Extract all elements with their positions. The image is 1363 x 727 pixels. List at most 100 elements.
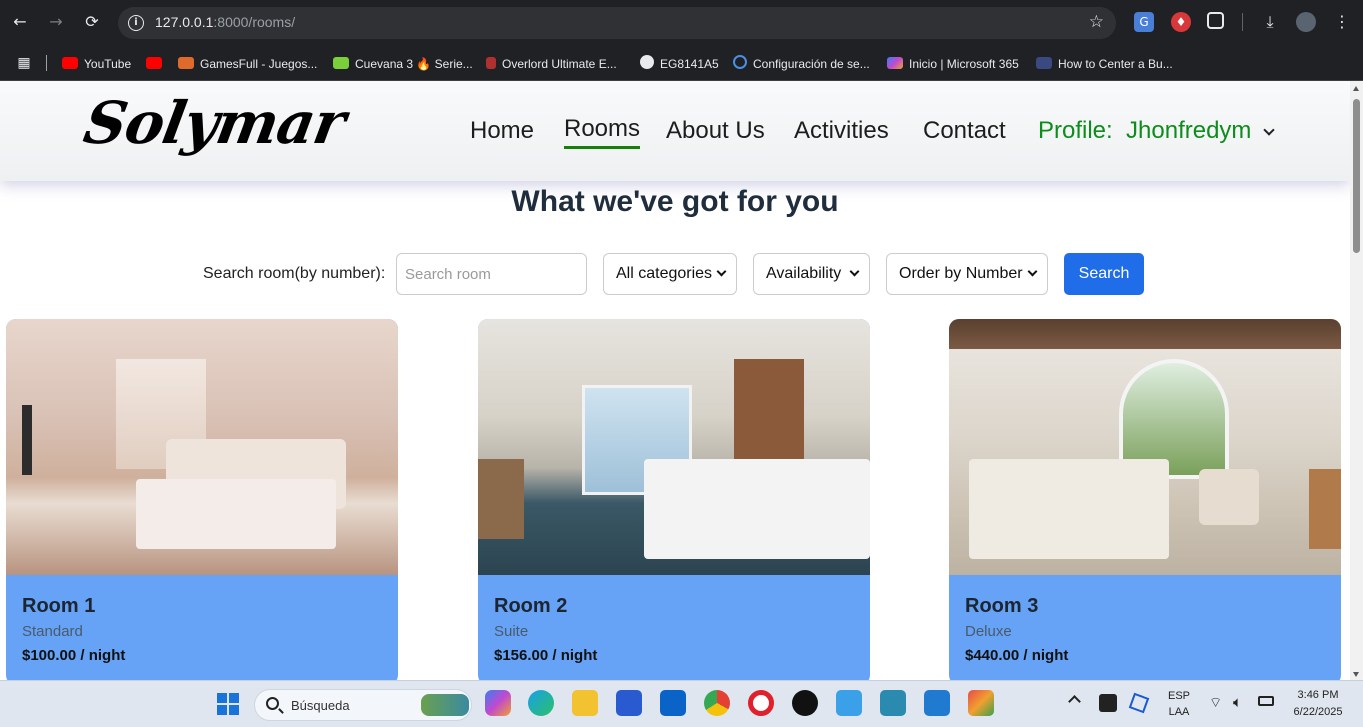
remote-desktop-icon[interactable]: [880, 690, 906, 716]
room-card[interactable]: Room 3 Deluxe $440.00 / night: [949, 319, 1341, 680]
opera-icon[interactable]: [748, 690, 774, 716]
nav-activities[interactable]: Activities: [794, 117, 889, 145]
bed-shape: [136, 479, 336, 549]
tray-expand-icon[interactable]: [1068, 695, 1081, 708]
search-highlight-image: [421, 694, 469, 716]
keyboard-layout-indicator[interactable]: LAA: [1164, 706, 1194, 718]
armchair-shape: [1199, 469, 1259, 525]
youtube-icon: [62, 57, 78, 69]
page-scrollbar[interactable]: [1350, 81, 1363, 680]
joystick-icon: [486, 57, 496, 69]
room-title: Room 2: [494, 595, 568, 617]
room-title: Room 1: [22, 595, 96, 617]
room-photo[interactable]: [478, 319, 870, 575]
copilot-icon[interactable]: [485, 690, 511, 716]
tiktok-icon[interactable]: [792, 690, 818, 716]
extensions-puzzle-icon[interactable]: [1207, 12, 1224, 29]
youtube-icon: [146, 57, 162, 69]
bed-shape: [644, 459, 870, 559]
store-icon[interactable]: [616, 690, 642, 716]
volume-icon[interactable]: 🔈︎: [1233, 693, 1242, 711]
taskbar-search-text: Búsqueda: [291, 698, 350, 713]
bookmark-cuevana[interactable]: Cuevana 3 🔥 Serie...: [333, 54, 473, 74]
snipping-tool-icon[interactable]: [836, 690, 862, 716]
chevron-down-icon: [716, 266, 727, 277]
site-info-icon[interactable]: i: [128, 15, 144, 31]
bookmark-gamesfull[interactable]: GamesFull - Juegos...: [178, 54, 317, 74]
play-icon: [333, 57, 349, 69]
room-card[interactable]: Room 2 Suite $156.00 / night: [478, 319, 870, 680]
windows-start-icon[interactable]: [217, 693, 239, 715]
search-button[interactable]: Search: [1064, 253, 1144, 295]
room-photo[interactable]: [949, 319, 1341, 575]
category-select[interactable]: All categories: [603, 253, 737, 295]
translate-extension-icon[interactable]: G: [1134, 12, 1154, 32]
download-icon[interactable]: ⤓: [1259, 11, 1281, 33]
chevron-down-icon[interactable]: [1263, 124, 1275, 136]
bookmark-microsoft365[interactable]: Inicio | Microsoft 365: [887, 54, 1019, 74]
room-price: $100.00 / night: [22, 647, 126, 664]
bookmark-overlord[interactable]: Overlord Ultimate E...: [486, 54, 617, 74]
browser-toolbar: ← → ⟳ i 127.0.0.1:8000/rooms/ ☆ G ♦ ⤓ ⋮: [0, 0, 1363, 46]
order-select-value: Order by Number: [899, 265, 1023, 282]
microsoft365-icon: [887, 57, 903, 69]
toolbar-divider: [1242, 13, 1243, 31]
edge-icon[interactable]: [528, 690, 554, 716]
file-explorer-icon[interactable]: [572, 690, 598, 716]
chrome-icon[interactable]: [704, 690, 730, 716]
dropbox-icon[interactable]: [1099, 694, 1117, 712]
address-bar[interactable]: i 127.0.0.1:8000/rooms/ ☆: [118, 7, 1116, 39]
nav-home[interactable]: Home: [470, 117, 534, 145]
chevron-down-icon: [1027, 266, 1038, 277]
availability-select[interactable]: Availability: [753, 253, 870, 295]
order-select[interactable]: Order by Number: [886, 253, 1048, 295]
nav-contact[interactable]: Contact: [923, 117, 1006, 145]
vscode-icon[interactable]: [924, 690, 950, 716]
dresser-shape: [1309, 469, 1341, 549]
taskbar-search[interactable]: Búsqueda: [254, 689, 472, 721]
category-select-value: All categories: [616, 265, 713, 282]
gamepad-icon: [178, 57, 194, 69]
nav-rooms[interactable]: Rooms: [564, 115, 641, 149]
url-text[interactable]: 127.0.0.1:8000/rooms/: [155, 14, 295, 30]
room-price: $156.00 / night: [494, 647, 598, 664]
git-app-icon[interactable]: [968, 690, 994, 716]
circle-icon: [733, 55, 747, 69]
page-viewport: Solymar Home Rooms About Us Activities C…: [0, 81, 1350, 680]
bookmark-eg8141a5[interactable]: EG8141A5: [640, 54, 719, 74]
send-icon[interactable]: [1128, 692, 1150, 714]
reload-icon[interactable]: ⟳: [81, 11, 103, 33]
profile-menu[interactable]: Profile: Jhonfredym: [1038, 117, 1251, 145]
nav-about-us[interactable]: About Us: [666, 117, 765, 145]
back-arrow-icon[interactable]: ←: [9, 11, 31, 33]
bookmark-youtube-2[interactable]: [146, 54, 168, 74]
site-header: Solymar Home Rooms About Us Activities C…: [0, 81, 1350, 181]
room-card[interactable]: Room 1 Standard $100.00 / night: [6, 319, 398, 680]
fire-extension-icon[interactable]: ♦: [1171, 12, 1191, 32]
forward-arrow-icon[interactable]: →: [45, 11, 67, 33]
room-title: Room 3: [965, 595, 1039, 617]
scroll-up-arrow-icon[interactable]: [1353, 86, 1359, 91]
clock-time[interactable]: 3:46 PM: [1290, 689, 1346, 701]
profile-avatar-icon[interactable]: [1296, 12, 1316, 32]
outlook-icon[interactable]: [660, 690, 686, 716]
bookmark-center-button[interactable]: How to Center a Bu...: [1036, 54, 1173, 74]
wifi-icon[interactable]: ⌔: [1209, 694, 1222, 712]
site-logo[interactable]: Solymar: [79, 89, 350, 157]
search-input[interactable]: [396, 253, 587, 295]
bookmark-star-icon[interactable]: ☆: [1089, 12, 1104, 32]
scrollbar-thumb[interactable]: [1353, 99, 1360, 253]
language-indicator[interactable]: ESP: [1164, 690, 1194, 702]
apps-grid-icon[interactable]: ▦: [13, 52, 35, 74]
bookmark-configuracion[interactable]: Configuración de se...: [733, 54, 870, 74]
ceiling-beam-shape: [949, 319, 1341, 349]
battery-icon[interactable]: [1258, 696, 1274, 706]
availability-select-value: Availability: [766, 265, 842, 282]
bookmark-youtube[interactable]: YouTube: [62, 54, 131, 74]
scroll-down-arrow-icon[interactable]: [1353, 672, 1359, 677]
menu-kebab-icon[interactable]: ⋮: [1331, 11, 1353, 33]
clock-date[interactable]: 6/22/2025: [1284, 706, 1352, 718]
room-photo[interactable]: [6, 319, 398, 575]
bed-shape: [969, 459, 1169, 559]
dresser-shape: [478, 459, 524, 539]
